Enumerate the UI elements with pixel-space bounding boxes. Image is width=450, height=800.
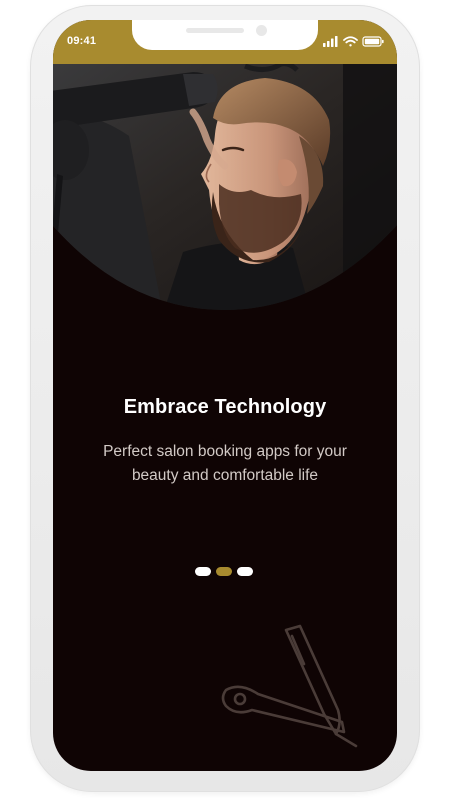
wifi-icon [343,36,358,47]
hero-photo [53,64,397,310]
page-dot-1[interactable] [195,567,211,576]
device-notch [132,20,318,50]
notch-speaker [186,28,244,33]
page-indicator [195,567,257,577]
app-screen: 09:41 Embrace Technology Perfect salon b… [53,20,397,771]
page-dot-3[interactable] [237,567,253,576]
page-dot-2-active[interactable] [216,567,232,576]
signal-icon [323,36,338,47]
hero-image-clip [53,64,397,314]
status-time: 09:41 [67,35,97,47]
onboarding-subtitle: Perfect salon booking apps for your beau… [103,443,347,484]
notch-camera [256,25,267,36]
straight-razor-icon [221,624,358,748]
onboarding-title: Embrace Technology [123,396,327,418]
status-icons [323,36,384,47]
status-bar: 09:41 [53,20,397,64]
battery-icon [362,36,384,47]
